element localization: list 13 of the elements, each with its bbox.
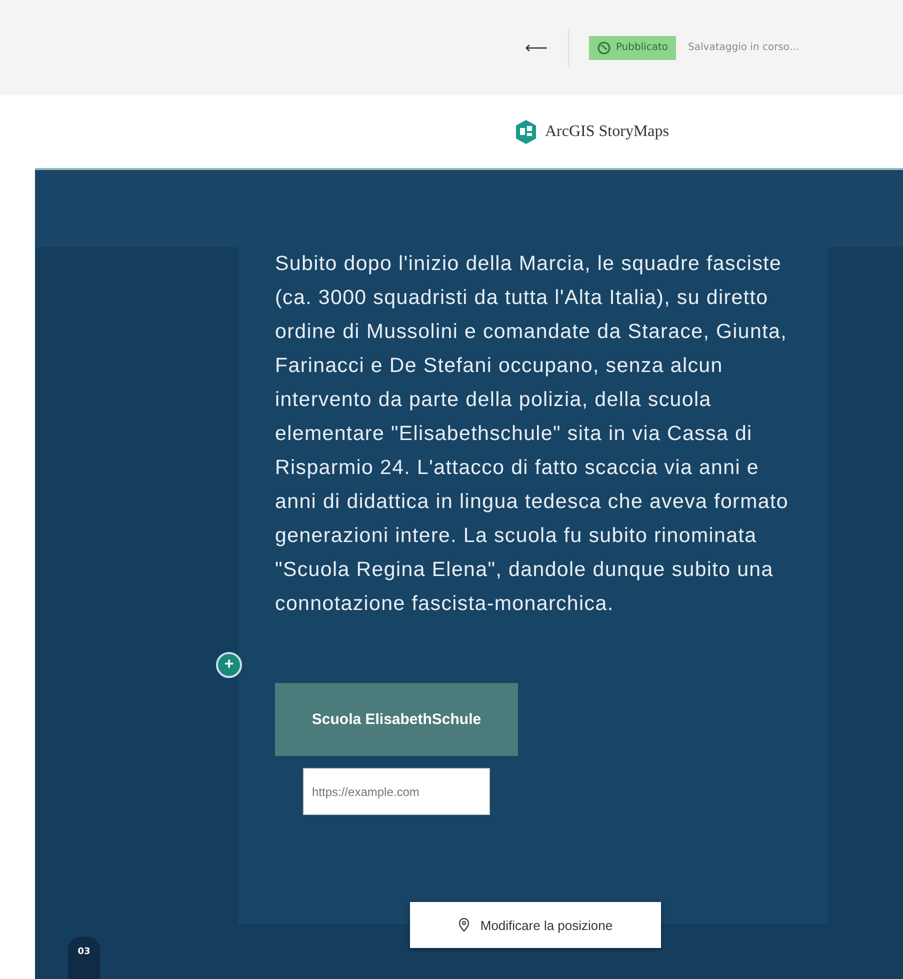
pin-icon xyxy=(458,918,470,932)
button-block[interactable]: Scuola ElisabethSchule xyxy=(275,683,518,756)
brand-name: ArcGIS StoryMaps xyxy=(545,122,669,140)
logo-icon xyxy=(515,120,537,144)
change-location-button[interactable]: Modificare la posizione xyxy=(410,902,661,948)
slide-number: 03 xyxy=(68,937,100,979)
back-arrow[interactable]: ⟵ xyxy=(525,38,548,57)
add-block-button[interactable]: + xyxy=(216,652,242,678)
published-badge: Pubblicato xyxy=(588,36,676,60)
url-field[interactable]: https://example.com xyxy=(303,768,490,815)
globe-icon xyxy=(596,40,611,54)
saving-status: Salvataggio in corso... xyxy=(688,42,799,53)
paragraph: Subito dopo l'inizio della Marcia, le squadre fasciste (ca. 3000 squadristi da tutta l'Alta Italia), su diretto ordine di Mussolini e comandate da Starace, Giunta, Farinacci e De Stefani occupano, senza alcun intervento da parte della polizia, della scuola elementare "Elisabethschule" sita in via Cassa di Risparmio 24. L'attacco di fatto scaccia via anni e anni di didattica in lingua tedesca che aveva formato generazioni intere. La scuola fu subito rinominata "Scuola Regina Elena", dandole dunque subito una connotazione fascista-monarchica. xyxy=(275,251,790,617)
